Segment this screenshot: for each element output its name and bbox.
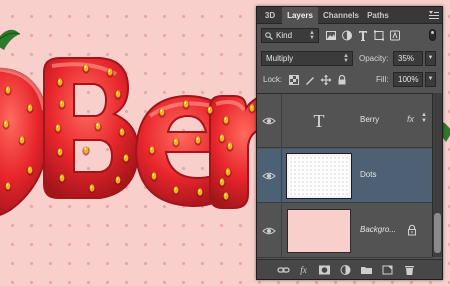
lock-image-pixels-icon[interactable] [304,74,316,86]
opacity-label: Opacity: [359,54,389,63]
layer-row-background[interactable]: Backgro... [257,204,432,258]
layer-name-dots[interactable]: Dots [360,169,376,181]
filter-row: Kind ▲ ▼ [257,28,442,43]
type-layer-thumbnail-icon: T [313,111,325,131]
layer-divider [281,204,282,258]
layers-panel: 3D Layers Channels Paths Kind ▲ ▼ Multip… [256,6,443,280]
tab-channels[interactable]: Channels [320,7,362,24]
new-layer-icon[interactable] [381,264,394,276]
layer-row-berry[interactable]: T Berry fx ▲ ▼ [257,94,432,148]
layers-scrollbar[interactable] [432,93,442,257]
blend-mode-select[interactable]: Multiply ▲ ▼ [261,51,353,66]
link-layers-icon[interactable] [277,264,290,276]
opacity-value: 35% [398,54,415,63]
tab-layers[interactable]: Layers [282,7,318,24]
image-filter-icon[interactable] [325,28,337,43]
fill-value: 100% [398,75,419,84]
visibility-eye-icon[interactable] [262,224,276,238]
fill-label: Fill: [376,75,389,84]
adjustment-layer-icon[interactable] [339,264,352,276]
add-layer-style-icon[interactable]: fx [297,264,310,276]
lock-label: Lock: [263,75,283,84]
search-icon [265,32,273,40]
chevron-updown-icon: ▲ ▼ [343,53,349,64]
add-mask-icon[interactable] [318,264,331,276]
leaf-left [0,29,21,50]
opacity-field[interactable]: 35% [393,51,423,66]
layer-row-dots[interactable]: Dots [257,149,432,203]
filter-kind-select[interactable]: Kind ▲ ▼ [261,28,319,43]
layer-thumbnail-background [287,209,351,253]
fill-dropdown-icon[interactable]: ▼ [425,72,436,87]
fx-indicator-icon[interactable]: fx [407,114,414,124]
tab-3d[interactable]: 3D [260,7,280,24]
panel-menu-icon[interactable] [429,11,439,20]
chevron-updown-icon: ▲ ▼ [309,30,315,41]
opacity-dropdown-icon[interactable]: ▼ [425,51,436,66]
lock-all-icon[interactable] [336,74,348,86]
adjustment-filter-icon[interactable] [341,28,353,43]
lock-position-icon[interactable] [320,74,332,86]
blend-mode-value: Multiply [266,54,294,63]
layer-lock-icon[interactable] [407,224,417,236]
shape-filter-icon[interactable] [373,28,385,43]
layer-divider [281,94,282,148]
layer-name-background[interactable]: Backgro... [360,224,396,236]
expand-effects-icon[interactable]: ▲ ▼ [421,112,427,124]
lock-transparent-pixels-icon[interactable] [288,74,300,86]
type-filter-icon[interactable] [357,28,369,43]
filter-toggle[interactable] [429,29,436,41]
new-group-icon[interactable] [360,264,373,276]
scrollbar-thumb[interactable] [434,213,441,253]
smart-object-filter-icon[interactable] [389,28,401,43]
tab-paths[interactable]: Paths [364,7,392,24]
layers-bottom-toolbar: fx [257,259,442,279]
layer-thumbnail-dots [287,154,351,198]
visibility-eye-icon[interactable] [262,114,276,128]
delete-layer-icon[interactable] [403,264,416,276]
layer-divider [281,149,282,203]
fill-field[interactable]: 100% [393,72,423,87]
panel-tab-bar: 3D Layers Channels Paths [257,7,442,24]
visibility-eye-icon[interactable] [262,169,276,183]
layers-list: T Berry fx ▲ ▼ Dots Backgro... [257,93,432,258]
lock-row: Lock: Fill: 100% ▼ [257,72,442,87]
blend-row: Multiply ▲ ▼ Opacity: 35% ▼ [257,51,442,66]
layer-name-berry[interactable]: Berry [360,114,379,126]
filter-kind-label: Kind [276,31,293,40]
